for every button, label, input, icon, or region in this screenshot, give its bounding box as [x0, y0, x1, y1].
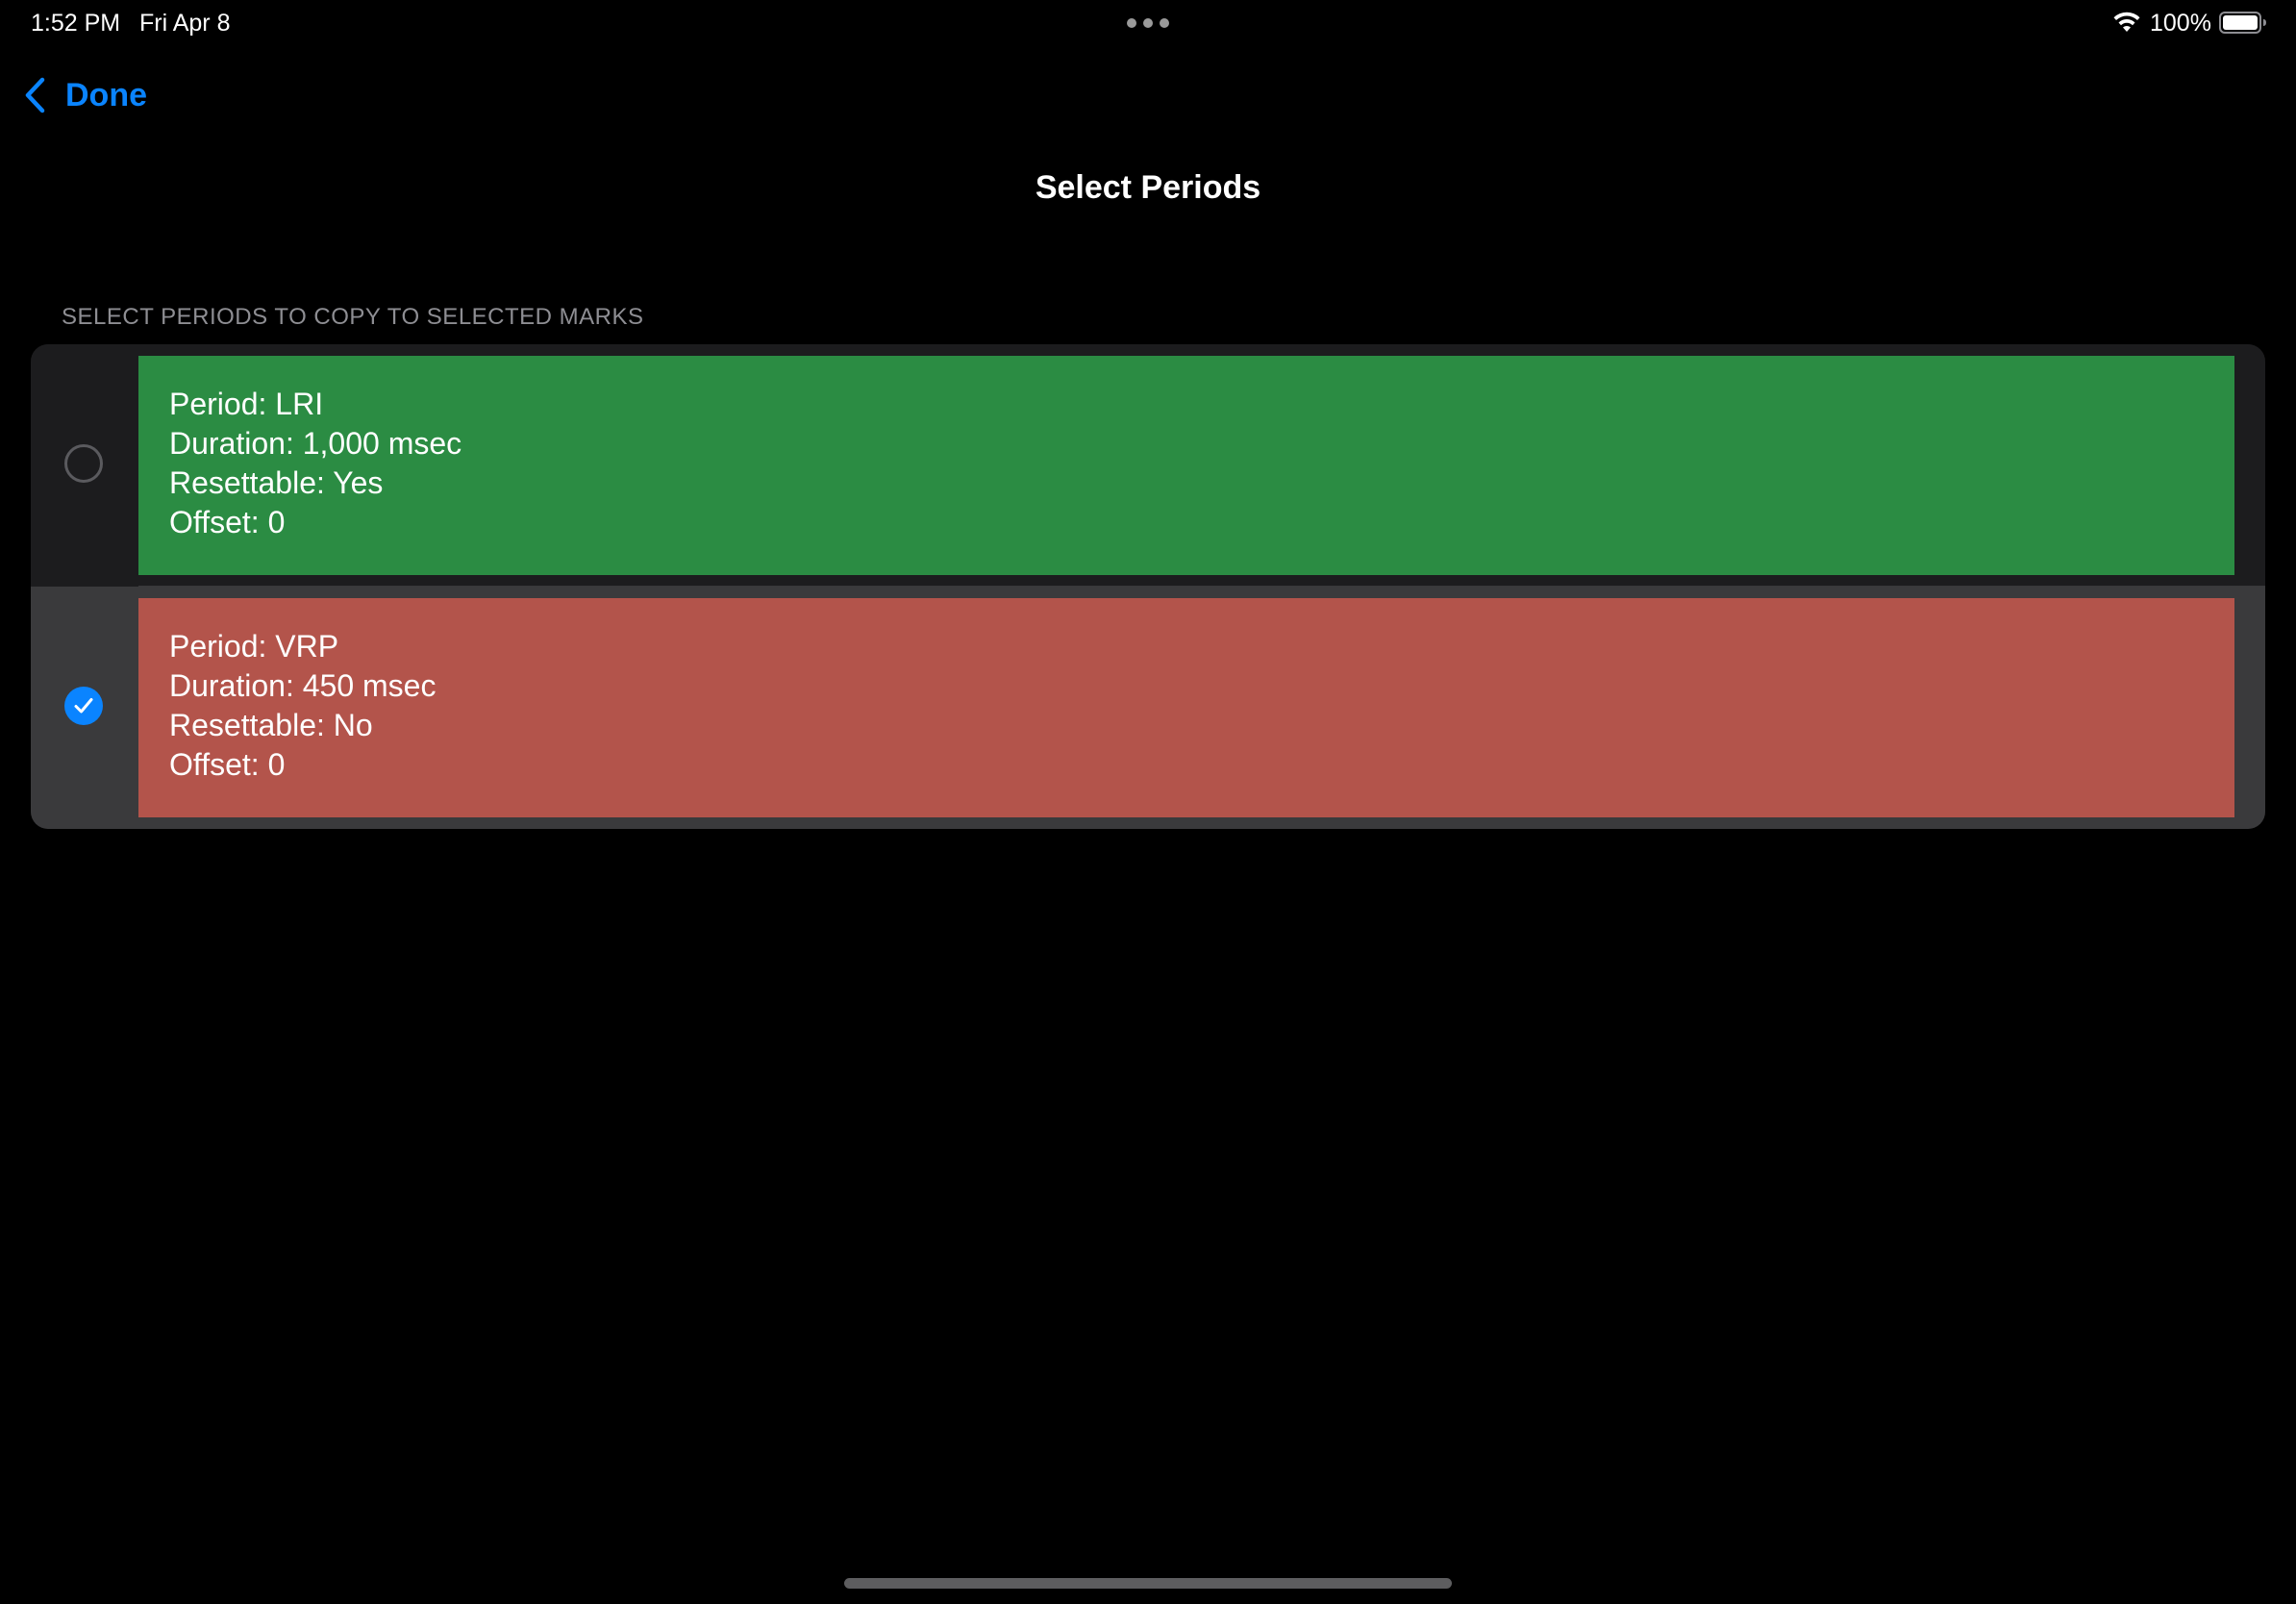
- period-duration: Duration: 450 msec: [169, 668, 437, 703]
- done-button[interactable]: Done: [23, 71, 147, 119]
- period-name: Period: VRP: [169, 629, 339, 664]
- period-row-vrp[interactable]: Period: VRP Duration: 450 msec Resettabl…: [31, 587, 2265, 829]
- multitasking-dots-icon[interactable]: [1127, 18, 1169, 28]
- battery-full-icon: [2219, 12, 2266, 34]
- wifi-icon: [2113, 12, 2140, 32]
- period-duration: Duration: 1,000 msec: [169, 426, 462, 461]
- page-title: Select Periods: [1035, 169, 1261, 206]
- period-card-vrp[interactable]: Period: VRP Duration: 450 msec Resettabl…: [138, 598, 2234, 817]
- period-name: Period: LRI: [169, 387, 324, 421]
- period-row-lri[interactable]: Period: LRI Duration: 1,000 msec Resetta…: [31, 344, 2265, 587]
- done-label: Done: [65, 76, 147, 113]
- home-indicator[interactable]: [844, 1578, 1452, 1589]
- checkmark-icon: [74, 698, 93, 714]
- status-time: 1:52 PM: [31, 10, 121, 37]
- period-card-lri[interactable]: Period: LRI Duration: 1,000 msec Resetta…: [138, 356, 2234, 575]
- unchecked-circle-icon[interactable]: [64, 444, 103, 483]
- periods-list: Period: LRI Duration: 1,000 msec Resetta…: [31, 344, 2265, 829]
- battery-percent: 100%: [2150, 10, 2211, 37]
- period-offset: Offset: 0: [169, 505, 286, 539]
- status-bar: 1:52 PM Fri Apr 8 100%: [0, 0, 2296, 46]
- status-date: Fri Apr 8: [139, 10, 231, 37]
- checkmark-circle-icon[interactable]: [64, 687, 103, 725]
- period-offset: Offset: 0: [169, 747, 286, 782]
- period-resettable: Resettable: Yes: [169, 465, 384, 500]
- section-header: SELECT PERIODS TO COPY TO SELECTED MARKS: [62, 304, 644, 330]
- chevron-left-icon: [25, 77, 45, 113]
- period-resettable: Resettable: No: [169, 708, 373, 742]
